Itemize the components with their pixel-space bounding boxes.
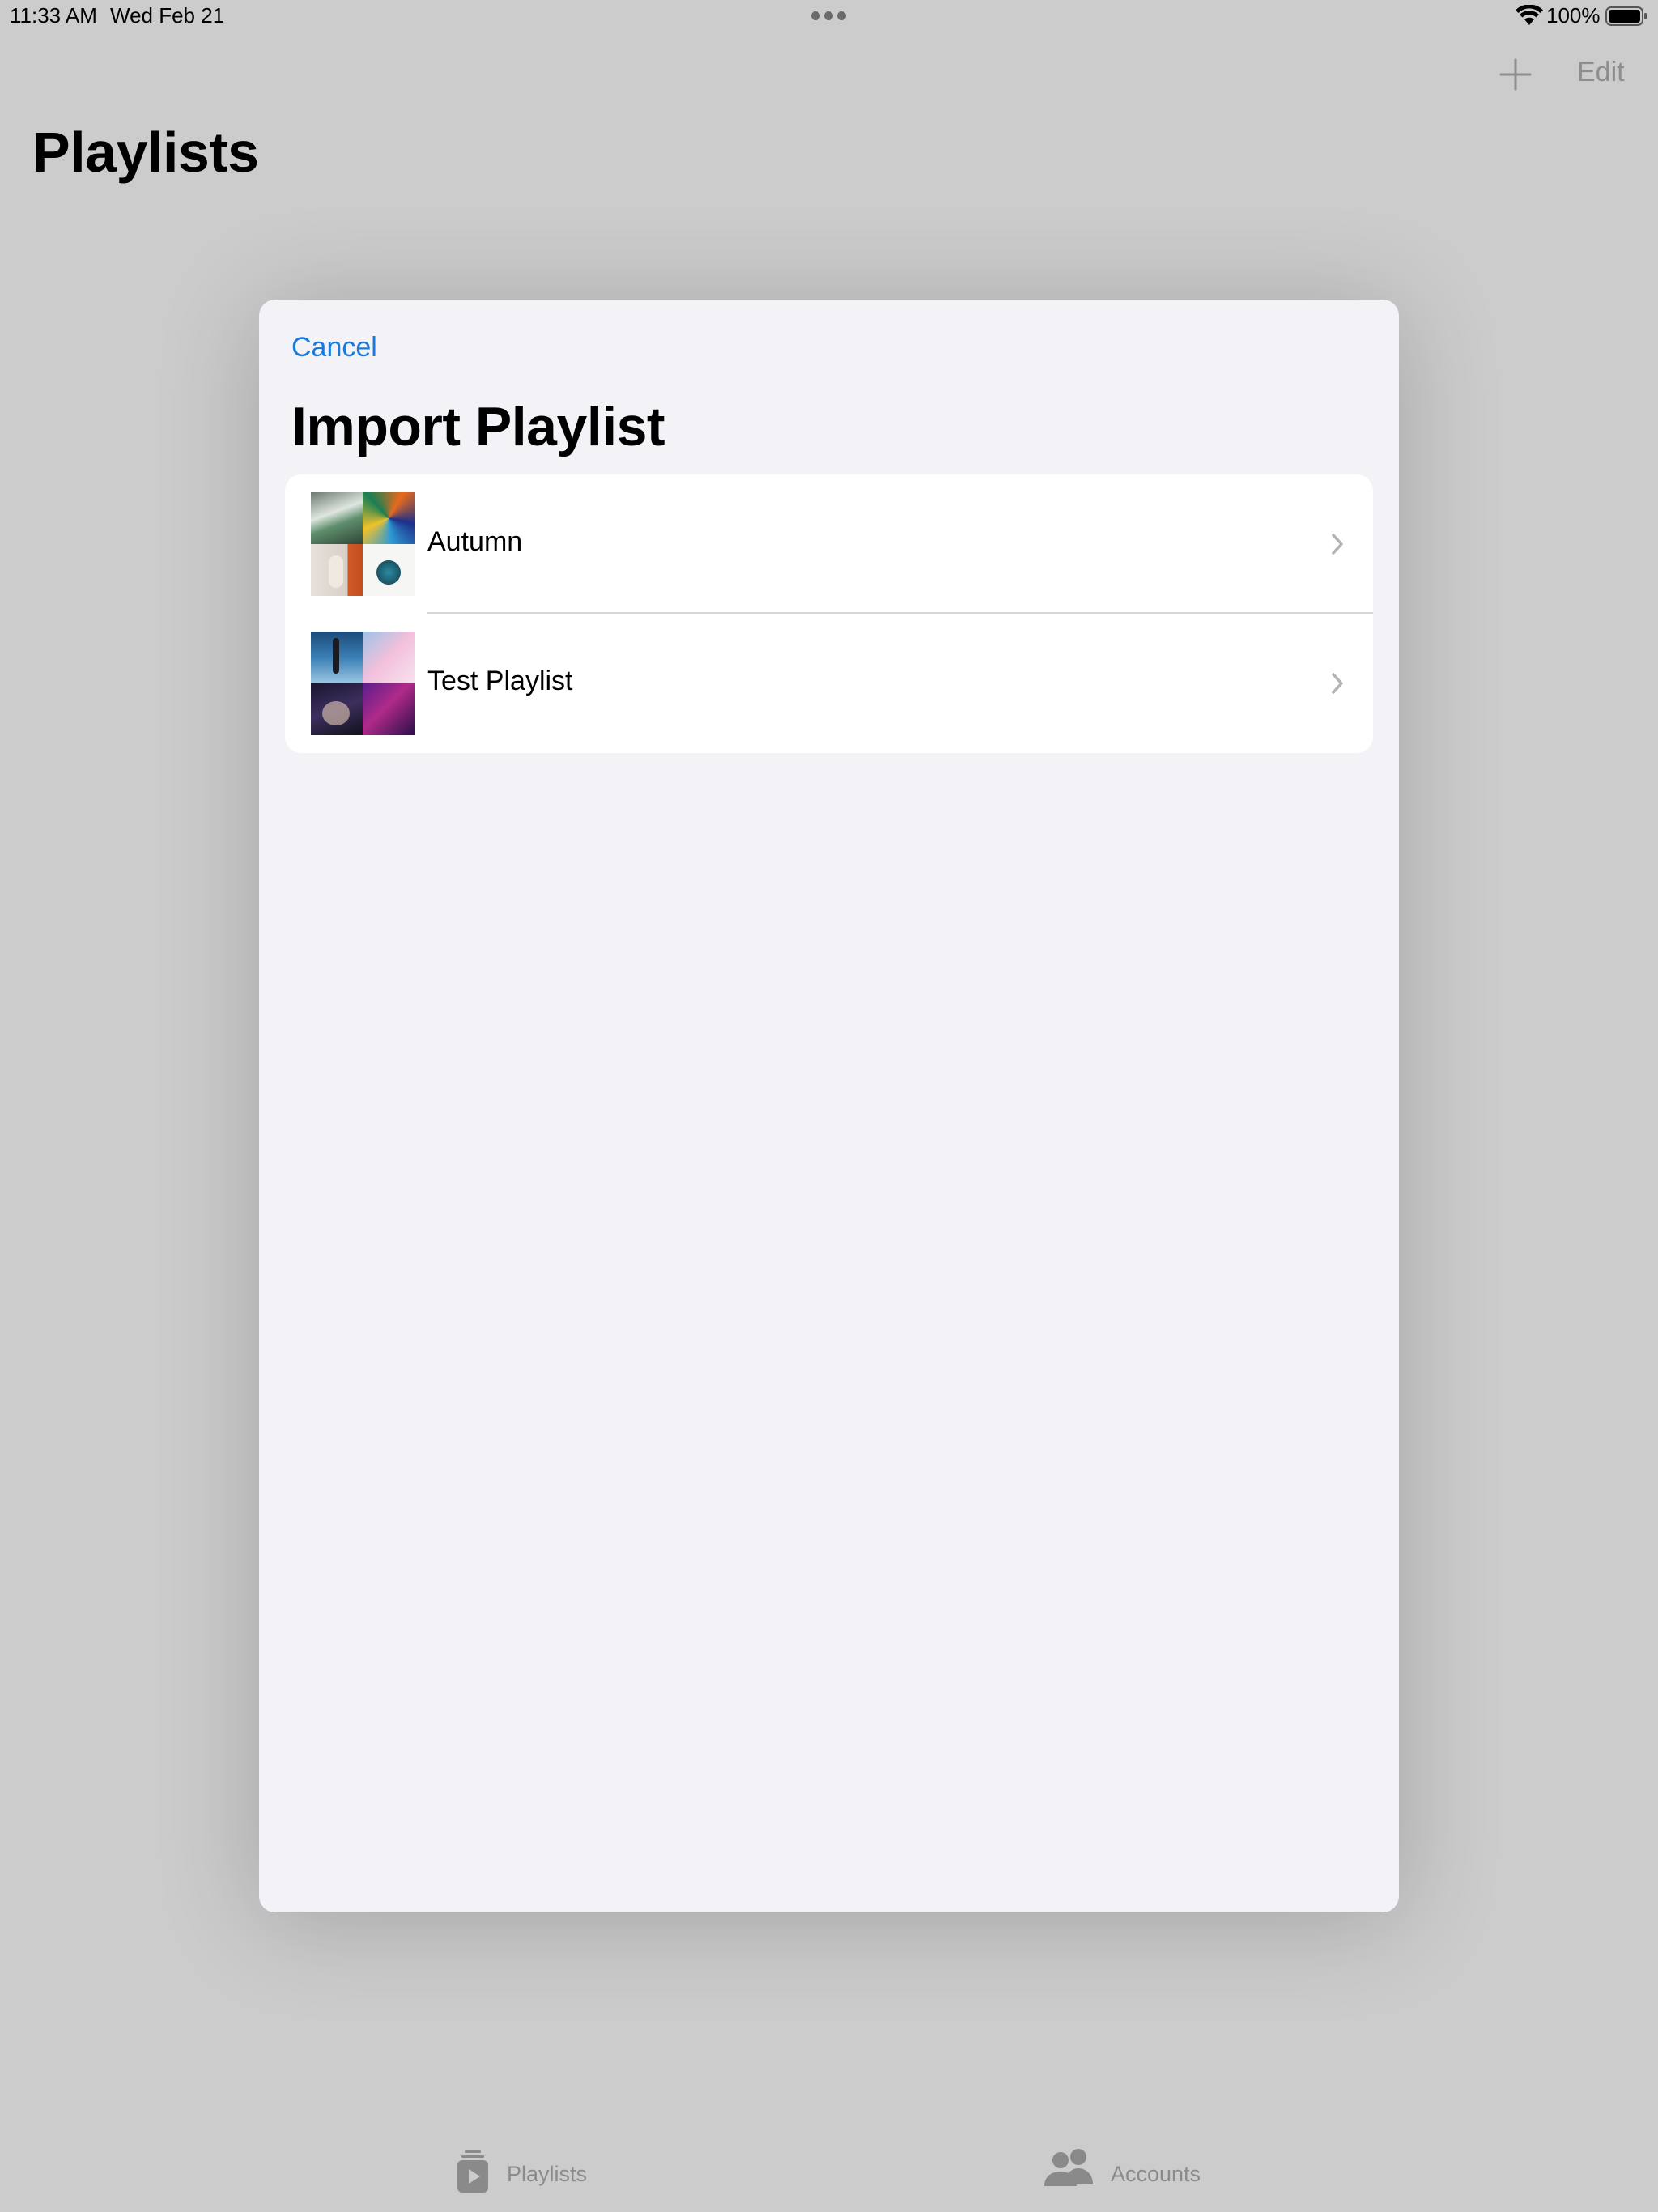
playlist-artwork bbox=[311, 492, 414, 596]
page-title: Playlists bbox=[32, 121, 259, 184]
playlist-name: Test Playlist bbox=[427, 666, 573, 696]
tab-playlists-label: Playlists bbox=[507, 2162, 588, 2186]
chevron-right-icon bbox=[1332, 534, 1343, 555]
people-icon bbox=[1044, 2149, 1093, 2186]
status-time: 11:33 AM bbox=[10, 3, 97, 28]
add-icon[interactable] bbox=[1498, 57, 1533, 92]
battery-percentage: 100% bbox=[1546, 3, 1601, 28]
chevron-right-icon bbox=[1332, 673, 1343, 694]
playlist-artwork bbox=[311, 632, 414, 735]
tab-accounts-label: Accounts bbox=[1111, 2162, 1201, 2186]
cancel-button[interactable]: Cancel bbox=[291, 332, 377, 364]
edit-button[interactable]: Edit bbox=[1577, 57, 1625, 88]
multitasking-dots-icon[interactable] bbox=[811, 11, 847, 21]
playlist-list: Autumn Test Playlist bbox=[285, 474, 1373, 753]
playlist-name: Autumn bbox=[427, 526, 523, 557]
status-date: Wed Feb 21 bbox=[110, 3, 225, 28]
import-playlist-sheet: Cancel Import Playlist Autumn Test Playl… bbox=[259, 300, 1399, 1912]
playlist-row-autumn[interactable]: Autumn bbox=[285, 474, 1373, 614]
modal-title: Import Playlist bbox=[291, 396, 665, 457]
playlist-icon bbox=[457, 2150, 488, 2193]
battery-icon bbox=[1605, 6, 1647, 26]
wifi-icon bbox=[1516, 5, 1543, 25]
status-bar: 11:33 AM Wed Feb 21 100% bbox=[0, 0, 1658, 32]
playlist-row-test-playlist[interactable]: Test Playlist bbox=[285, 614, 1373, 753]
